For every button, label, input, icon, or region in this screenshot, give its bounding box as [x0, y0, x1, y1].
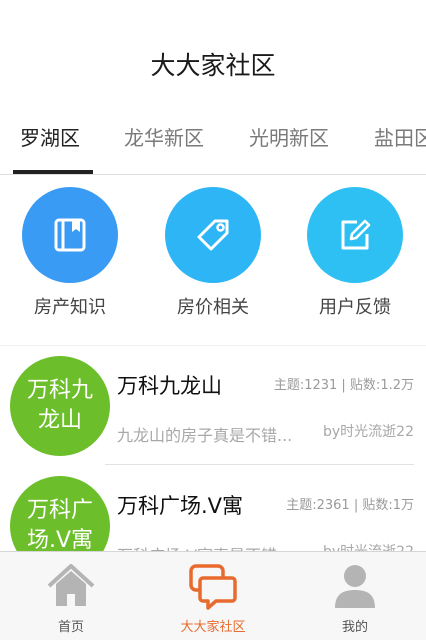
bottom-tab-bar: 首页 大大家社区 我的 — [0, 551, 426, 640]
quick-action-housing-knowledge[interactable]: 房产知识 — [5, 187, 135, 319]
tabbar-label: 我的 — [341, 620, 368, 635]
community-title: 万科广场.V寓 — [117, 494, 244, 518]
tabbar-item-community[interactable]: 大大家社区 — [142, 552, 284, 640]
edit-icon — [307, 187, 403, 283]
quick-action-house-price[interactable]: 房价相关 — [148, 187, 278, 319]
quick-actions: 房产知识 房价相关 用户反馈 — [0, 175, 426, 345]
home-icon — [47, 564, 95, 606]
tabbar-item-home[interactable]: 首页 — [0, 552, 142, 640]
quick-action-label: 用户反馈 — [319, 297, 391, 318]
page-title: 大大家社区 — [150, 51, 276, 80]
user-icon — [335, 565, 375, 608]
active-tab-indicator — [13, 170, 93, 174]
post-author: by时光流逝22 — [323, 424, 414, 440]
post-excerpt: 九龙山的房子真是不错... — [117, 426, 293, 445]
tabbar-item-mine[interactable]: 我的 — [284, 552, 426, 640]
tab-guangming[interactable]: 光明新区 — [249, 122, 329, 151]
community-avatar: 万科九龙山 — [10, 356, 110, 456]
tab-longhua[interactable]: 龙华新区 — [124, 122, 204, 151]
community-stats: 主题:2361 | 贴数:1万 — [286, 498, 414, 513]
community-title: 万科九龙山 — [117, 374, 222, 398]
district-tabs: 罗湖区 龙华新区 光明新区 盐田区 — [0, 100, 426, 175]
tab-yantian[interactable]: 盐田区 — [374, 122, 426, 151]
book-icon — [22, 187, 118, 283]
row-divider — [105, 464, 414, 465]
price-tag-icon — [165, 187, 261, 283]
list-item[interactable]: 万科九龙山 万科九龙山 主题:1231 | 贴数:1.2万 九龙山的房子真是不错… — [0, 346, 426, 466]
tabbar-label: 首页 — [57, 620, 84, 635]
quick-action-label: 房产知识 — [34, 297, 106, 318]
tab-luohu[interactable]: 罗湖区 — [20, 122, 80, 151]
nav-header: 大大家社区 — [0, 0, 426, 100]
quick-action-feedback[interactable]: 用户反馈 — [290, 187, 420, 319]
chat-bubbles-icon — [189, 564, 237, 610]
quick-action-label: 房价相关 — [177, 297, 249, 318]
community-stats: 主题:1231 | 贴数:1.2万 — [273, 378, 414, 393]
tabbar-label: 大大家社区 — [180, 620, 246, 635]
